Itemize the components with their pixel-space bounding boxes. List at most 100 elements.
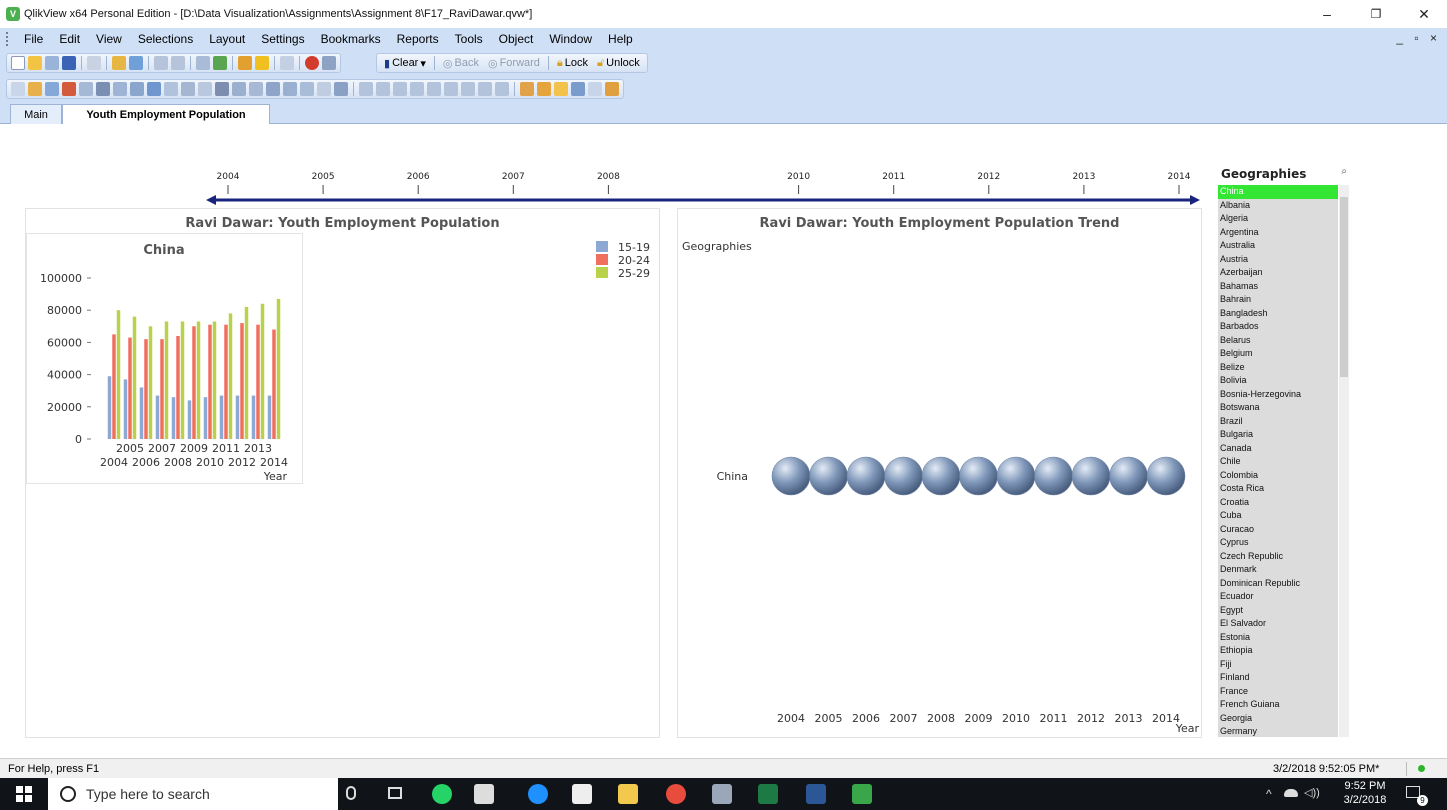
trend-sphere-2013[interactable] bbox=[1109, 456, 1148, 496]
bar-25-29-2012[interactable] bbox=[244, 306, 249, 439]
menu-window[interactable]: Window bbox=[541, 32, 600, 46]
redo-icon[interactable] bbox=[171, 56, 185, 70]
properties-icon[interactable] bbox=[537, 82, 551, 96]
year-slider[interactable]: 2004 2005 2006 2007 2008 2010 2011 2012 2013 2014 bbox=[204, 139, 1202, 207]
windows-start-icon[interactable] bbox=[16, 786, 32, 802]
bar-15-19-2007[interactable] bbox=[155, 395, 160, 439]
chrome-icon[interactable] bbox=[666, 784, 686, 804]
listbox-item[interactable]: Fiji bbox=[1218, 658, 1338, 672]
mail-icon[interactable] bbox=[474, 784, 494, 804]
listbox-item[interactable]: Croatia bbox=[1218, 496, 1338, 510]
store-icon[interactable] bbox=[572, 784, 592, 804]
listbox-scrollbar-thumb[interactable] bbox=[1340, 197, 1348, 377]
bar-25-29-2008[interactable] bbox=[180, 321, 185, 439]
close-button[interactable]: ✕ bbox=[1401, 0, 1447, 28]
open-folder-icon[interactable] bbox=[28, 56, 42, 70]
menu-selections[interactable]: Selections bbox=[130, 32, 201, 46]
listbox-item[interactable]: Barbados bbox=[1218, 320, 1338, 334]
excel-icon[interactable] bbox=[758, 784, 778, 804]
trend-chart-box[interactable]: Ravi Dawar: Youth Employment Population … bbox=[677, 208, 1202, 738]
align-right-icon[interactable] bbox=[393, 82, 407, 96]
listbox-item[interactable]: Dominican Republic bbox=[1218, 577, 1338, 591]
trend-sphere-2005[interactable] bbox=[809, 456, 848, 496]
volume-icon[interactable]: ◁)) bbox=[1304, 786, 1320, 799]
chart-wizard-icon[interactable] bbox=[238, 56, 252, 70]
bar-25-29-2014[interactable] bbox=[276, 298, 281, 439]
trend-sphere-2006[interactable] bbox=[846, 456, 886, 496]
listbox-item[interactable]: Belgium bbox=[1218, 347, 1338, 361]
menu-view[interactable]: View bbox=[88, 32, 130, 46]
menu-layout[interactable]: Layout bbox=[201, 32, 253, 46]
listbox-item[interactable]: Finland bbox=[1218, 671, 1338, 685]
menu-edit[interactable]: Edit bbox=[51, 32, 88, 46]
snipping-tool-icon[interactable] bbox=[712, 784, 732, 804]
listbox-item[interactable]: Egypt bbox=[1218, 604, 1338, 618]
bookmark-object-icon[interactable] bbox=[266, 82, 280, 96]
new-sheet-icon[interactable] bbox=[11, 82, 25, 96]
lock-button[interactable]: 🔒︎ Lock bbox=[554, 57, 591, 70]
listbox-item[interactable]: Belarus bbox=[1218, 334, 1338, 348]
bar-25-29-2011[interactable] bbox=[228, 313, 233, 439]
listbox-item[interactable]: Bangladesh bbox=[1218, 307, 1338, 321]
listbox-item[interactable]: China bbox=[1218, 185, 1338, 199]
bar-20-24-2008[interactable] bbox=[176, 335, 180, 439]
trend-sphere-2011[interactable] bbox=[1034, 456, 1073, 496]
bar-15-19-2012[interactable] bbox=[235, 395, 240, 439]
trend-sphere-2008[interactable] bbox=[921, 456, 961, 496]
back-button[interactable]: ◎ Back bbox=[440, 57, 482, 70]
current-selections-icon[interactable] bbox=[181, 82, 195, 96]
microphone-icon[interactable] bbox=[346, 786, 356, 800]
listbox-search-icon[interactable]: ⌕ bbox=[1341, 166, 1347, 177]
bar-15-19-2008[interactable] bbox=[171, 397, 176, 439]
bar-20-24-2011[interactable] bbox=[224, 324, 228, 439]
bar-25-29-2007[interactable] bbox=[164, 321, 169, 439]
whatsapp-icon[interactable] bbox=[432, 784, 452, 804]
add-sheet-icon[interactable] bbox=[28, 82, 42, 96]
listbox-item[interactable]: Cuba bbox=[1218, 509, 1338, 523]
context-help-icon[interactable] bbox=[322, 56, 336, 70]
listbox-item[interactable]: Bahrain bbox=[1218, 293, 1338, 307]
chart-icon[interactable] bbox=[147, 82, 161, 96]
bar-chart-box[interactable]: Ravi Dawar: Youth Employment Population … bbox=[25, 208, 660, 738]
slider-icon[interactable] bbox=[249, 82, 263, 96]
document-properties-icon[interactable] bbox=[571, 82, 585, 96]
help-icon[interactable] bbox=[305, 56, 319, 70]
trend-sphere-2014[interactable] bbox=[1146, 456, 1186, 496]
menu-tools[interactable]: Tools bbox=[447, 32, 491, 46]
new-document-icon[interactable] bbox=[11, 56, 25, 70]
bar-15-19-2013[interactable] bbox=[251, 395, 256, 439]
task-view-icon[interactable] bbox=[388, 787, 402, 799]
multibox-icon[interactable] bbox=[113, 82, 127, 96]
bar-20-24-2005[interactable] bbox=[128, 337, 132, 439]
checkbox-icon[interactable] bbox=[213, 56, 227, 70]
tray-date[interactable]: 3/2/2018 bbox=[1340, 794, 1390, 806]
custom-object-icon[interactable] bbox=[317, 82, 331, 96]
listbox-item[interactable]: Albania bbox=[1218, 199, 1338, 213]
menu-bookmarks[interactable]: Bookmarks bbox=[313, 32, 389, 46]
qlikview-taskbar-icon[interactable] bbox=[852, 784, 872, 804]
bar-15-19-2006[interactable] bbox=[139, 387, 144, 439]
trend-sphere-2012[interactable] bbox=[1071, 456, 1111, 496]
edge-browser-icon[interactable] bbox=[528, 784, 548, 804]
onedrive-cloud-icon[interactable] bbox=[1284, 789, 1298, 797]
listbox-item[interactable]: Germany bbox=[1218, 725, 1338, 737]
bar-20-24-2009[interactable] bbox=[192, 326, 196, 439]
listbox-item[interactable]: Czech Republic bbox=[1218, 550, 1338, 564]
align-bottom-icon[interactable] bbox=[444, 82, 458, 96]
favorite-star-icon[interactable] bbox=[255, 56, 269, 70]
bar-15-19-2010[interactable] bbox=[203, 397, 208, 439]
listbox-icon[interactable] bbox=[79, 82, 93, 96]
bar-20-24-2006[interactable] bbox=[144, 339, 148, 439]
slider-right-arrow-icon[interactable] bbox=[1190, 195, 1200, 205]
grid-icon[interactable] bbox=[495, 82, 509, 96]
bar-20-24-2014[interactable] bbox=[272, 329, 276, 439]
search-icon[interactable] bbox=[196, 56, 210, 70]
reload-icon[interactable] bbox=[129, 56, 143, 70]
report-icon[interactable] bbox=[334, 82, 348, 96]
trend-sphere-2007[interactable] bbox=[884, 456, 923, 496]
bar-20-24-2013[interactable] bbox=[256, 324, 260, 439]
listbox-item[interactable]: Cyprus bbox=[1218, 536, 1338, 550]
clear-button[interactable]: ▮ Clear ▾ bbox=[381, 57, 429, 70]
trend-sphere-2004[interactable] bbox=[771, 456, 811, 496]
statistics-box-icon[interactable] bbox=[96, 82, 110, 96]
